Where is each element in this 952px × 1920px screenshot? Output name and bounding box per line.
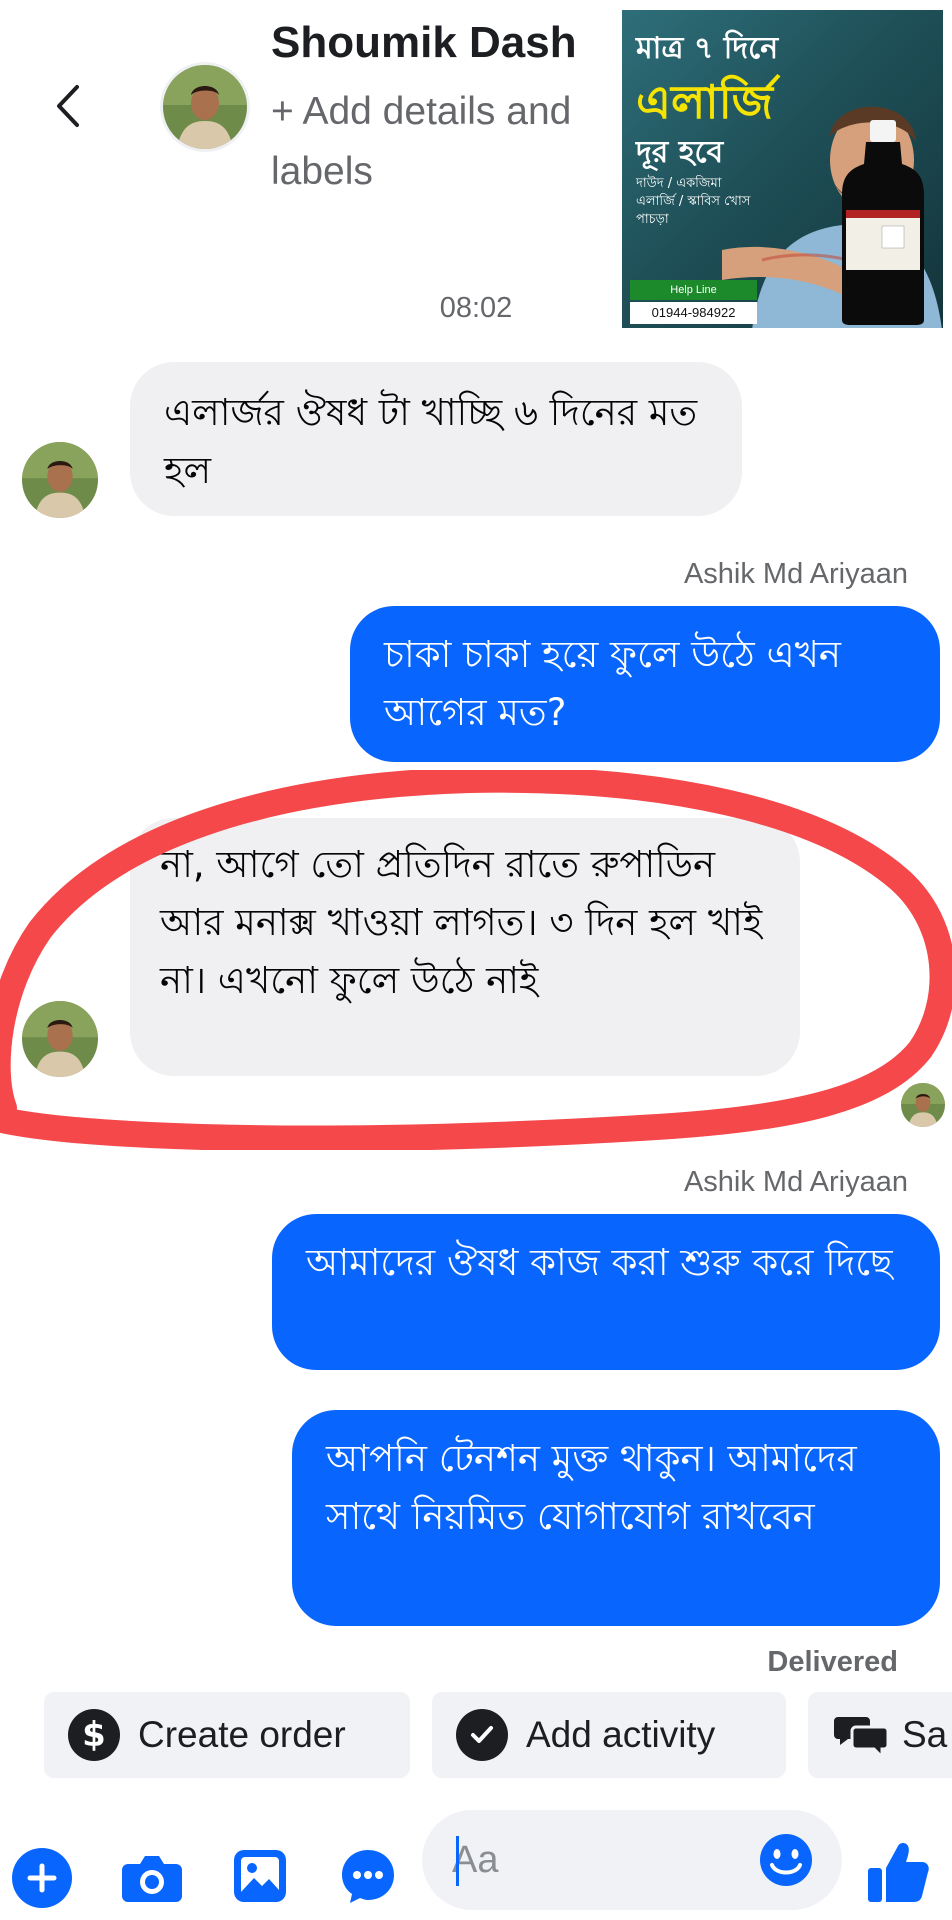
allergy-ad-image[interactable]: মাত্র ৭ দিনে এলার্জি দূর হবে দাউদ / একজি…: [622, 10, 943, 328]
camera-icon[interactable]: [120, 1848, 184, 1908]
create-order-label: Create order: [138, 1714, 346, 1755]
back-button[interactable]: [44, 76, 92, 136]
contact-avatar-small: [22, 442, 98, 518]
like-thumb-icon[interactable]: [866, 1838, 932, 1906]
delivery-status: Delivered: [767, 1646, 898, 1678]
ad-headline-3: দূর হবে: [636, 135, 724, 170]
check-icon: [456, 1709, 508, 1761]
add-activity-button[interactable]: Add activity: [432, 1692, 786, 1778]
create-order-button[interactable]: $ Create order: [44, 1692, 410, 1778]
speech-bubbles-icon: [834, 1711, 890, 1759]
third-action-label: Sa: [902, 1714, 948, 1755]
text-caret: [456, 1836, 459, 1886]
ad-conditions: দাউদ / একজিমা এলার্জি / স্কাবিস খোস পাচড…: [636, 176, 751, 227]
emoji-icon[interactable]: [756, 1830, 816, 1890]
back-chevron-icon: [57, 85, 79, 127]
plus-icon[interactable]: [12, 1848, 72, 1908]
message-timestamp: 08:02: [439, 292, 513, 324]
message-bubble-outgoing[interactable]: আমাদের ঔষধ কাজ করা শুরু করে দিছে: [272, 1214, 940, 1370]
add-activity-label: Add activity: [526, 1714, 716, 1755]
chat-icon[interactable]: [338, 1846, 398, 1906]
message-bubble-outgoing[interactable]: আপনি টেনশন মুক্ত থাকুন। আমাদের সাথে নিয়…: [292, 1410, 940, 1626]
contact-name[interactable]: Shoumik Dash: [271, 18, 577, 68]
contact-avatar[interactable]: [163, 65, 247, 149]
message-composer[interactable]: [422, 1810, 842, 1910]
message-input[interactable]: [452, 1830, 752, 1890]
gallery-icon[interactable]: [232, 1848, 288, 1904]
message-bubble-outgoing[interactable]: চাকা চাকা হয়ে ফুলে উঠে এখন আগের মত?: [350, 606, 940, 762]
sender-name: Ashik Md Ariyaan: [683, 558, 908, 590]
message-bubble-incoming[interactable]: এলার্জর ঔষধ টা খাচ্ছি ৬ দিনের মত হল: [130, 362, 742, 516]
third-action-button[interactable]: Sa: [808, 1692, 952, 1778]
red-annotation-circle: [0, 770, 952, 1150]
sender-name: Ashik Md Ariyaan: [683, 1166, 908, 1198]
add-details-link[interactable]: + Add details and labels: [271, 82, 621, 202]
dollar-icon: $: [68, 1709, 120, 1761]
